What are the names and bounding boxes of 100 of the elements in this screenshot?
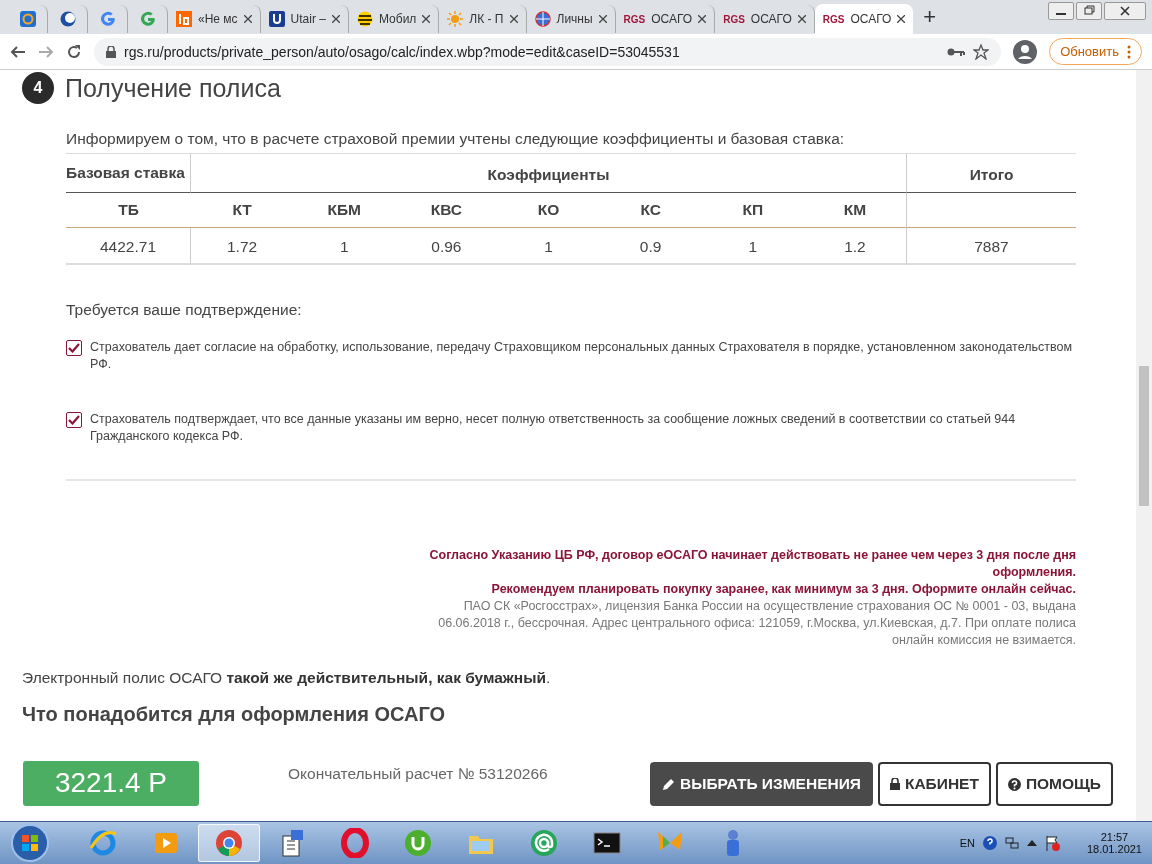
help-button[interactable]: ПОМОЩЬ: [995, 762, 1113, 806]
new-tab-button[interactable]: +: [923, 4, 937, 30]
google-icon: [99, 11, 116, 27]
close-icon[interactable]: [422, 15, 431, 23]
clock-time[interactable]: 21:57: [1100, 831, 1129, 843]
checkbox[interactable]: [66, 412, 82, 428]
close-icon[interactable]: [331, 15, 340, 23]
tab-title: Личны: [556, 12, 593, 26]
table-cell: 1: [701, 228, 804, 265]
table-cell: 1: [293, 228, 396, 265]
scrollbar[interactable]: [1136, 70, 1152, 821]
step-number: 4: [22, 72, 54, 104]
start-button[interactable]: [10, 823, 50, 863]
table-cell: 7887: [906, 228, 1076, 265]
browser-tab[interactable]: «Не мс: [168, 5, 261, 33]
profile-icon[interactable]: [1013, 39, 1038, 64]
torrent-icon: [403, 828, 433, 858]
column-header: КМ: [803, 193, 906, 228]
language-indicator[interactable]: EN: [959, 837, 975, 849]
info-text: Электронный полис ОСАГО такой же действительный, как бумажный.: [22, 669, 552, 687]
browser-tab[interactable]: Личны: [526, 5, 616, 33]
key-icon[interactable]: [947, 46, 966, 57]
globe-icon: [534, 11, 551, 27]
warning-text: Согласно Указанию ЦБ РФ, договор еОСАГО начинает действовать не ранее чем через 3 дня после дня оформления.: [428, 547, 1076, 581]
table-cell: 1.2: [803, 228, 906, 265]
reload-icon[interactable]: [66, 43, 82, 60]
opera-icon: [340, 828, 370, 858]
chrome-icon: [214, 828, 244, 858]
help-icon[interactable]: [982, 836, 997, 850]
column-header: КС: [599, 193, 702, 228]
lock-icon: [889, 778, 900, 790]
striped-ball-icon: [356, 11, 373, 27]
mail-icon: [19, 11, 36, 27]
close-icon[interactable]: [1104, 2, 1146, 20]
minimize-icon[interactable]: [1048, 2, 1074, 20]
column-header: ТБ: [66, 193, 191, 228]
star-icon[interactable]: [973, 43, 990, 60]
close-icon[interactable]: [797, 15, 806, 23]
more-icon: [1127, 44, 1131, 59]
tab-logo: RGS: [723, 13, 745, 25]
browser-tab[interactable]: RGS ОСАГО: [814, 4, 914, 34]
section-heading: Что понадобится для оформления ОСАГО: [22, 703, 447, 726]
table-cell: 0.96: [395, 228, 498, 265]
update-button[interactable]: Обновить: [1049, 38, 1142, 65]
calculation-number: Окончательный расчет № 53120266: [288, 765, 548, 783]
at-sign-icon: [529, 828, 559, 858]
warning-text: Рекомендуем планировать покупку заранее, как минимум за 3 дня. Оформите онлайн сейчас.: [490, 581, 1076, 598]
lock-icon: [106, 45, 116, 58]
checkbox-label: Страхователь подтверждает, что все данные указаны им верно, несет полную ответственность за сообщение ложных сведений в соответствии со статьей 944 Гражданского кодекса РФ.: [90, 411, 1017, 445]
tab-title: Мобил: [378, 12, 417, 26]
tab-logo: RGS: [623, 13, 646, 25]
account-button[interactable]: КАБИНЕТ: [877, 762, 991, 806]
browser-tab[interactable]: Utair –: [260, 5, 349, 33]
column-group-header: Итого: [906, 154, 1076, 193]
column-header: КБМ: [293, 193, 396, 228]
pencil-icon: [662, 777, 675, 791]
u-logo-icon: [268, 11, 285, 27]
checkbox-label: Страхователь дает согласие на обработку, использование, передачу Страховщиком персональных данных Страхователя в порядке, установленном законодательством РФ.: [90, 339, 1074, 373]
column-header: КВС: [395, 193, 498, 228]
browser-tab[interactable]: ЛК - П: [439, 5, 527, 33]
column-header: КТ: [191, 193, 294, 228]
close-icon[interactable]: [243, 15, 252, 23]
tab-logo: RGS: [822, 13, 845, 25]
url-text: rgs.ru/products/private_person/auto/osago/calc/index.wbp?mode=edit&caseID=53045531: [124, 43, 681, 60]
tab-title: ЛК - П: [469, 12, 504, 26]
flag-icon[interactable]: [1044, 835, 1061, 851]
checkbox[interactable]: [66, 340, 82, 356]
close-icon[interactable]: [897, 15, 906, 23]
sun-icon: [447, 11, 464, 27]
close-icon[interactable]: [598, 15, 607, 23]
table-cell: 0.9: [599, 228, 702, 265]
address-bar[interactable]: rgs.ru/products/private_person/auto/osago/calc/index.wbp?mode=edit&caseID=53045531: [94, 37, 1002, 66]
google-icon: [139, 11, 156, 27]
confirmation-label: Требуется ваше подтверждение:: [66, 301, 303, 319]
browser-e-icon: [88, 828, 118, 858]
browser-tab[interactable]: RGS ОСАГО: [615, 5, 716, 33]
license-text: ПАО СК «Росгосстрах», лицензия Банка России на осуществление страхования ОС № 0001 - 03, выдана 06.06.2018 г., бессрочная. Адрес центрального офиса: 121059, г.Москва, ул.Киевская, д.7. При оплате полиса онлайн комиссия не взимается.: [437, 598, 1076, 649]
section-title: Получение полиса: [65, 73, 281, 103]
clock-date[interactable]: 18.01.2021: [1086, 843, 1142, 855]
edit-button[interactable]: ВЫБРАТЬ ИЗМЕНЕНИЯ: [650, 762, 873, 806]
tab-title: ОСАГО: [651, 12, 693, 26]
up-arrow-icon[interactable]: [1026, 839, 1037, 847]
table-cell: 1.72: [191, 228, 294, 265]
back-icon[interactable]: [10, 43, 26, 60]
tab-title: ОСАГО: [750, 12, 792, 26]
column-group-header: Коэффициенты: [191, 154, 906, 193]
browser-tab[interactable]: Мобил: [348, 5, 440, 33]
column-header: КП: [701, 193, 804, 228]
table-cell: 4422.71: [66, 228, 191, 265]
close-icon[interactable]: [698, 15, 707, 23]
restore-icon[interactable]: [1076, 2, 1102, 20]
network-icon[interactable]: [1004, 836, 1019, 850]
help-icon: [1007, 777, 1021, 791]
moon-icon: [59, 11, 76, 27]
column-group-header: Базовая ставка: [66, 154, 191, 193]
letter-icon: [176, 11, 192, 27]
close-icon[interactable]: [509, 15, 518, 23]
tab-title: ОСАГО: [850, 12, 892, 26]
intro-text: Информируем о том, что в расчете страховой премии учтены следующие коэффициенты и базовая ставка:: [66, 130, 846, 148]
browser-tab[interactable]: RGS ОСАГО: [715, 5, 815, 33]
